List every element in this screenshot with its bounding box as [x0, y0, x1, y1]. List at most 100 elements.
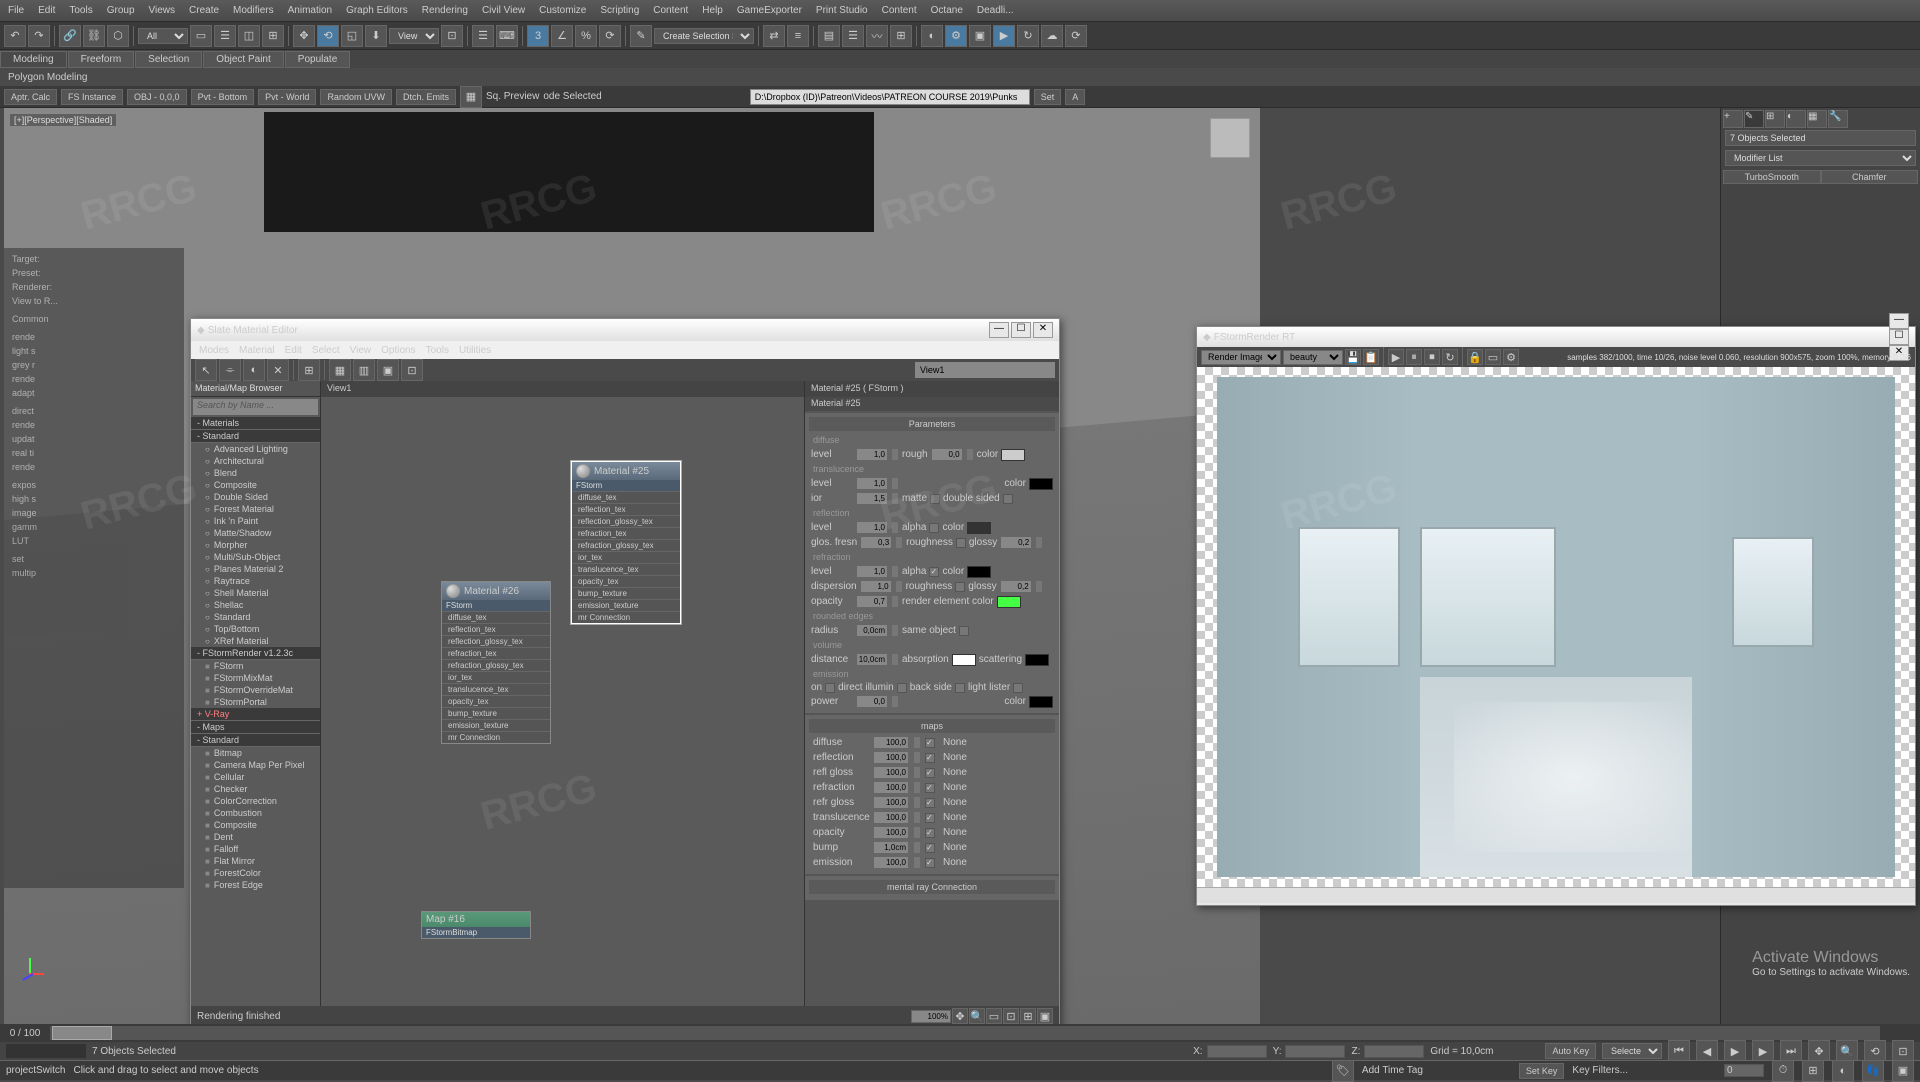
- rotate-button[interactable]: ⟲: [317, 25, 339, 47]
- snap-toggle[interactable]: 3: [527, 25, 549, 47]
- transform-y-field[interactable]: [1285, 1045, 1345, 1058]
- map-amount-field[interactable]: 100,0: [873, 736, 909, 749]
- slate-layout-all-button[interactable]: ▦: [329, 359, 351, 381]
- rt-minimize-button[interactable]: —: [1889, 313, 1909, 329]
- add-time-tag[interactable]: Add Time Tag: [1362, 1065, 1423, 1076]
- add-time-tag-icon[interactable]: 🏷: [1332, 1060, 1354, 1082]
- browser-item[interactable]: Bitmap: [191, 747, 320, 759]
- map-enable-checkbox[interactable]: [925, 738, 935, 748]
- curve-editor-button[interactable]: 〰: [866, 25, 888, 47]
- menu-modifiers[interactable]: Modifiers: [233, 5, 274, 16]
- spinner[interactable]: [891, 624, 899, 637]
- spinner[interactable]: [891, 653, 899, 666]
- map-enable-checkbox[interactable]: [925, 813, 935, 823]
- node-slot[interactable]: diffuse_tex: [572, 491, 680, 503]
- map-slot-button[interactable]: None: [939, 767, 1051, 778]
- menu-customize[interactable]: Customize: [539, 5, 586, 16]
- map-amount-field[interactable]: 100,0: [873, 796, 909, 809]
- slate-pick-button[interactable]: ↖: [195, 359, 217, 381]
- slate-delete-button[interactable]: ✕: [267, 359, 289, 381]
- browser-item[interactable]: Matte/Shadow: [191, 527, 320, 539]
- node-material-25[interactable]: Material #25 FStorm diffuse_texreflectio…: [571, 461, 681, 624]
- undo-button[interactable]: ↶: [4, 25, 26, 47]
- spinner[interactable]: [1035, 536, 1043, 549]
- slate-zoom-value[interactable]: 100%: [911, 1010, 951, 1023]
- browser-item[interactable]: ColorCorrection: [191, 795, 320, 807]
- diffuse-color-swatch[interactable]: [1001, 449, 1025, 461]
- menu-grapheditors[interactable]: Graph Editors: [346, 5, 408, 16]
- cmd-object-name[interactable]: [1725, 130, 1916, 146]
- time-config-button[interactable]: ⏱: [1772, 1060, 1794, 1082]
- node-view-tab[interactable]: View1: [321, 381, 804, 397]
- rt-play-button[interactable]: ▶: [1388, 349, 1404, 365]
- rt-render-view[interactable]: [1197, 367, 1915, 887]
- browser-item[interactable]: Composite: [191, 819, 320, 831]
- refl-glossy-field[interactable]: 0,2: [1000, 536, 1032, 549]
- cmd-hierarchy-tab[interactable]: ⊞: [1765, 110, 1785, 128]
- node-slot[interactable]: reflection_tex: [572, 503, 680, 515]
- browser-item[interactable]: Falloff: [191, 843, 320, 855]
- time-slider[interactable]: 0 / 100: [0, 1024, 1920, 1042]
- spinner[interactable]: [895, 580, 903, 593]
- key-filters-button[interactable]: Key Filters...: [1572, 1065, 1628, 1076]
- map-amount-field[interactable]: 1,0cm: [873, 841, 909, 854]
- viewcube[interactable]: [1210, 118, 1250, 158]
- node-slot[interactable]: ior_tex: [442, 671, 550, 683]
- node-slot[interactable]: bump_texture: [572, 587, 680, 599]
- slate-menu-edit[interactable]: Edit: [285, 345, 302, 356]
- rt-pass-select[interactable]: beauty: [1283, 350, 1343, 365]
- spinner[interactable]: [913, 811, 921, 824]
- create-selection-set[interactable]: Create Selection S...: [654, 28, 754, 44]
- scale-button[interactable]: ◱: [341, 25, 363, 47]
- node-slot[interactable]: opacity_tex: [572, 575, 680, 587]
- rt-copy-button[interactable]: 📋: [1363, 349, 1379, 365]
- node-slot[interactable]: emission_texture: [572, 599, 680, 611]
- browser-item[interactable]: Combustion: [191, 807, 320, 819]
- slate-pan-button[interactable]: ✥: [952, 1008, 968, 1024]
- menu-tools[interactable]: Tools: [69, 5, 92, 16]
- render-online-button[interactable]: ☁: [1041, 25, 1063, 47]
- browser-search-field[interactable]: Search by Name ...: [193, 399, 318, 415]
- rt-refresh-button[interactable]: ↻: [1442, 349, 1458, 365]
- refr-glossy-field[interactable]: 0,2: [1000, 580, 1032, 593]
- viewport-max-toggle-button[interactable]: ▣: [1892, 1060, 1914, 1082]
- mirror-button[interactable]: ⇄: [763, 25, 785, 47]
- pivot-button[interactable]: ⊡: [441, 25, 463, 47]
- browser-item[interactable]: Composite: [191, 479, 320, 491]
- slate-assign-button[interactable]: ◐: [243, 359, 265, 381]
- select-region-button[interactable]: ◫: [238, 25, 260, 47]
- quick-obj000[interactable]: OBJ - 0,0,0: [127, 89, 187, 105]
- node-slot[interactable]: refraction_tex: [572, 527, 680, 539]
- slate-close-button[interactable]: ✕: [1033, 322, 1053, 338]
- slate-menu-modes[interactable]: Modes: [199, 345, 229, 356]
- refr-color-swatch[interactable]: [967, 566, 991, 578]
- scene-explorer-button[interactable]: ☰: [842, 25, 864, 47]
- browser-item[interactable]: Morpher: [191, 539, 320, 551]
- matte-checkbox[interactable]: [930, 494, 940, 504]
- viewport-zoom-all-button[interactable]: ⊞: [1802, 1060, 1824, 1082]
- next-frame-button[interactable]: ▶: [1752, 1040, 1774, 1062]
- link-button[interactable]: 🔗: [59, 25, 81, 47]
- rt-pause-button[interactable]: ⏸: [1406, 349, 1422, 365]
- refr-rough-checkbox[interactable]: [955, 582, 965, 592]
- viewport-walk-button[interactable]: 👣: [1862, 1060, 1884, 1082]
- spinner[interactable]: [891, 477, 899, 490]
- menu-octane[interactable]: Octane: [931, 5, 963, 16]
- map-enable-checkbox[interactable]: [925, 753, 935, 763]
- slate-menu-tools[interactable]: Tools: [426, 345, 449, 356]
- map-amount-field[interactable]: 100,0: [873, 781, 909, 794]
- cmd-display-tab[interactable]: ▦: [1807, 110, 1827, 128]
- slate-zoom-extents-button[interactable]: ⊡: [1003, 1008, 1019, 1024]
- node-slot[interactable]: reflection_glossy_tex: [442, 635, 550, 647]
- slate-titlebar[interactable]: ◆ Slate Material Editor — ☐ ✕: [191, 319, 1059, 341]
- autokey-button[interactable]: Auto Key: [1545, 1043, 1596, 1059]
- selection-filter[interactable]: All: [138, 28, 188, 44]
- map-slot-button[interactable]: None: [939, 737, 1051, 748]
- slate-move-children-button[interactable]: ⊞: [298, 359, 320, 381]
- rt-lock-button[interactable]: 🔒: [1467, 349, 1483, 365]
- viewport-label[interactable]: [+][Perspective][Shaded]: [10, 114, 116, 126]
- spinner[interactable]: [891, 448, 899, 461]
- node-slot[interactable]: refraction_glossy_tex: [572, 539, 680, 551]
- keyboard-shortcut-button[interactable]: ⌨: [496, 25, 518, 47]
- browser-item[interactable]: Blend: [191, 467, 320, 479]
